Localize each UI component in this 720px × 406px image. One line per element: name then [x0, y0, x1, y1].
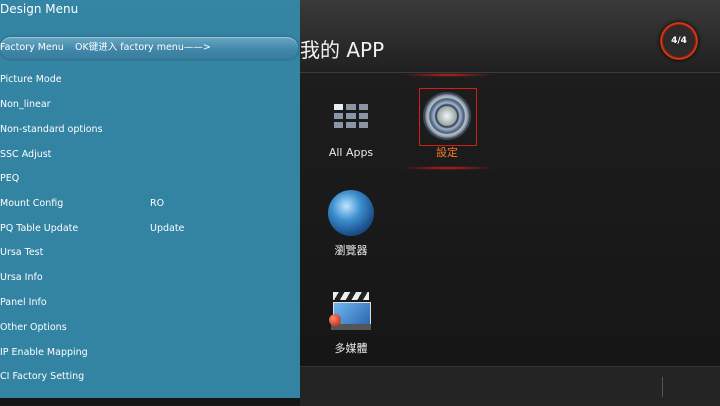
menu-item-peq[interactable]: PEQ: [0, 168, 300, 190]
design-menu: Design Menu Factory Menu OK键进入 factory m…: [0, 0, 300, 398]
app-label: All Apps: [328, 146, 374, 159]
page-indicator: 4/4: [660, 22, 698, 60]
app-label: 瀏覽器: [334, 244, 368, 257]
focus-glow-top: [400, 73, 496, 77]
menu-item-non-linear[interactable]: Non_linear: [0, 94, 300, 116]
menu-item-label: Other Options: [0, 322, 67, 333]
app-tile-multimedia[interactable]: 多媒體: [306, 290, 396, 356]
grid-icon: [334, 104, 368, 128]
gear-icon: [425, 94, 469, 138]
menu-item-label: PEQ: [0, 173, 20, 184]
app-tile-settings[interactable]: 設定: [402, 94, 492, 160]
menu-item-other-options[interactable]: Other Options: [0, 317, 300, 339]
menu-item-label: SSC Adjust: [0, 149, 52, 160]
menu-item-label: Non-standard options: [0, 124, 103, 135]
footer-divider: [662, 377, 663, 397]
menu-item-label: Factory Menu: [0, 42, 64, 53]
menu-item-label: CI Factory Setting: [0, 371, 85, 382]
menu-item-ssc-adjust[interactable]: SSC Adjust: [0, 144, 300, 166]
menu-item-mount-config[interactable]: Mount Config RO: [0, 193, 300, 215]
app-tile-all-apps[interactable]: All Apps: [306, 104, 396, 159]
menu-item-label: Panel Info: [0, 297, 47, 308]
app-tile-browser[interactable]: 瀏覽器: [306, 190, 396, 258]
menu-title: Design Menu: [0, 2, 79, 16]
launcher-footer: [300, 366, 720, 406]
focus-glow-bottom: [400, 166, 496, 170]
page-indicator-text: 4/4: [671, 36, 687, 46]
page-title: 我的 APP: [300, 38, 385, 62]
globe-icon: [328, 190, 374, 236]
menu-item-factory-menu[interactable]: Factory Menu OK键进入 factory menu——>: [0, 37, 298, 59]
menu-item-label: Mount Config: [0, 198, 64, 209]
menu-item-ip-enable-mapping[interactable]: IP Enable Mapping: [0, 342, 300, 364]
menu-item-label: Non_linear: [0, 99, 51, 110]
header-divider: [300, 72, 720, 73]
menu-item-value: Update: [150, 223, 185, 234]
menu-item-panel-info[interactable]: Panel Info: [0, 292, 300, 314]
menu-item-ci-factory-setting[interactable]: CI Factory Setting: [0, 366, 300, 388]
menu-item-label: Ursa Test: [0, 247, 44, 258]
app-label: 設定: [436, 146, 458, 159]
menu-item-picture-mode[interactable]: Picture Mode: [0, 69, 300, 91]
menu-item-label: Picture Mode: [0, 74, 62, 85]
menu-item-label: IP Enable Mapping: [0, 347, 88, 358]
menu-item-label: PQ Table Update: [0, 223, 79, 234]
menu-item-ursa-test[interactable]: Ursa Test: [0, 242, 300, 264]
menu-item-ursa-info[interactable]: Ursa Info: [0, 267, 300, 289]
media-icon: [329, 290, 373, 332]
menu-item-non-standard-options[interactable]: Non-standard options: [0, 119, 300, 141]
menu-item-value: RO: [150, 198, 165, 209]
menu-item-pq-table-update[interactable]: PQ Table Update Update: [0, 218, 300, 240]
menu-item-value: OK键进入 factory menu——>: [75, 42, 211, 53]
menu-item-label: Ursa Info: [0, 272, 43, 283]
app-label: 多媒體: [334, 342, 368, 355]
